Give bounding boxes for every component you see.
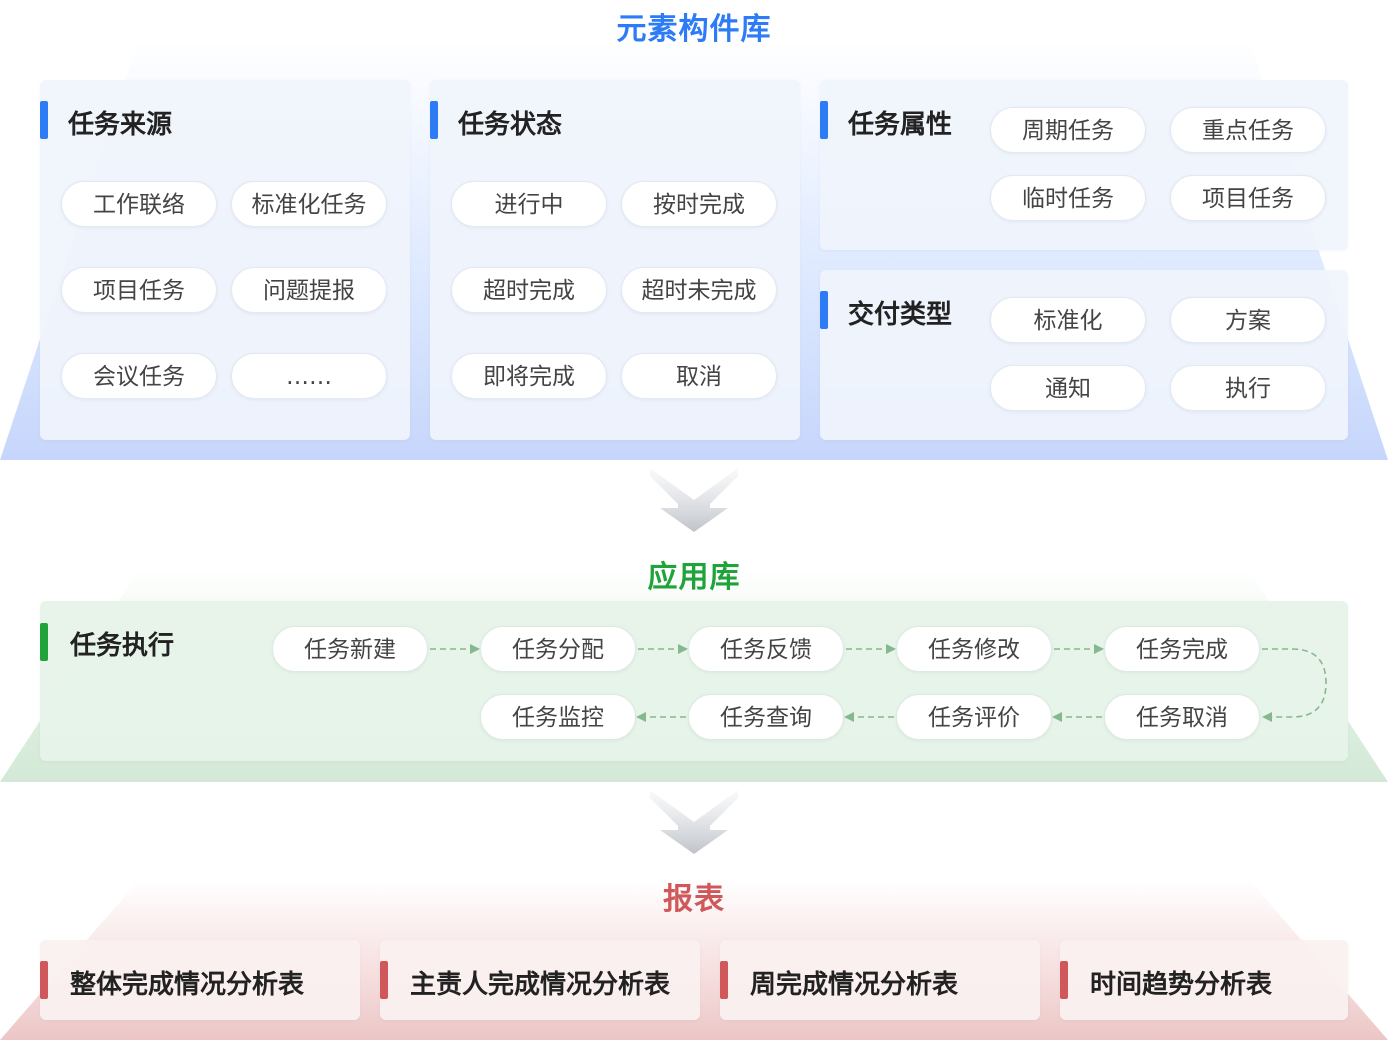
flow-step-modify: 任务修改	[896, 626, 1052, 672]
flow-step-evaluate: 任务评价	[896, 694, 1052, 740]
tag-overdue-done: 超时完成	[451, 267, 607, 313]
flow-step-cancel: 任务取消	[1104, 694, 1260, 740]
tag-overdue-undone: 超时未完成	[621, 267, 777, 313]
report-box-weekly: 周完成情况分析表	[720, 940, 1040, 1020]
accent-bar	[40, 101, 48, 139]
tag-meeting-task: 会议任务	[61, 353, 217, 399]
panel-title-task-source: 任务来源	[68, 110, 173, 140]
tag-project-task: 项目任务	[61, 267, 217, 313]
accent-bar	[1060, 961, 1068, 999]
flow-step-assign: 任务分配	[480, 626, 636, 672]
panel-task-attribute: 任务属性 周期任务 重点任务 临时任务 项目任务	[820, 80, 1348, 250]
tag-plan: 方案	[1170, 297, 1326, 343]
report-box-trend: 时间趋势分析表	[1060, 940, 1348, 1020]
report-owner-completion: 主责人完成情况分析表	[410, 970, 671, 1000]
accent-bar	[380, 961, 388, 999]
accent-bar	[720, 961, 728, 999]
application-library-title: 应用库	[647, 560, 741, 595]
flow-step-complete: 任务完成	[1104, 626, 1260, 672]
tag-periodic-task: 周期任务	[990, 107, 1146, 153]
tag-issue-report: 问题提报	[231, 267, 387, 313]
panel-task-status: 任务状态 进行中 按时完成 超时完成 超时未完成 即将完成 取消	[430, 80, 800, 440]
tag-temporary-task: 临时任务	[990, 175, 1146, 221]
flow-step-query: 任务查询	[688, 694, 844, 740]
report-time-trend: 时间趋势分析表	[1090, 970, 1273, 1000]
element-library-title: 元素构件库	[616, 12, 772, 47]
down-chevron-arrow-icon	[650, 790, 738, 854]
panel-task-source: 任务来源 工作联络 标准化任务 项目任务 问题提报 会议任务 ……	[40, 80, 410, 440]
tag-key-task: 重点任务	[1170, 107, 1326, 153]
tag-project-task-2: 项目任务	[1170, 175, 1326, 221]
reports-title: 报表	[663, 882, 725, 917]
accent-bar	[820, 101, 828, 139]
down-chevron-arrow-icon	[650, 468, 738, 532]
tag-notice: 通知	[990, 365, 1146, 411]
report-weekly-completion: 周完成情况分析表	[750, 970, 959, 1000]
panel-delivery-type: 交付类型 标准化 方案 通知 执行	[820, 270, 1348, 440]
report-box-owner: 主责人完成情况分析表	[380, 940, 700, 1020]
tag-cancelled: 取消	[621, 353, 777, 399]
accent-bar	[820, 291, 828, 329]
report-box-overall: 整体完成情况分析表	[40, 940, 360, 1020]
tag-standardized-task: 标准化任务	[231, 181, 387, 227]
tag-more: ……	[231, 353, 387, 399]
tag-in-progress: 进行中	[451, 181, 607, 227]
tag-almost-done: 即将完成	[451, 353, 607, 399]
flow-arrow-turn	[1262, 648, 1327, 722]
flow-step-feedback: 任务反馈	[688, 626, 844, 672]
report-overall-completion: 整体完成情况分析表	[70, 970, 305, 1000]
accent-bar	[430, 101, 438, 139]
tag-standardized: 标准化	[990, 297, 1146, 343]
panel-title-task-status: 任务状态	[458, 110, 563, 140]
panel-title-task-attribute: 任务属性	[848, 110, 953, 140]
tag-on-time: 按时完成	[621, 181, 777, 227]
tag-work-contact: 工作联络	[61, 181, 217, 227]
flow-step-monitor: 任务监控	[480, 694, 636, 740]
tag-execute: 执行	[1170, 365, 1326, 411]
flow-step-create: 任务新建	[272, 626, 428, 672]
panel-title-delivery-type: 交付类型	[848, 300, 953, 330]
accent-bar	[40, 961, 48, 999]
